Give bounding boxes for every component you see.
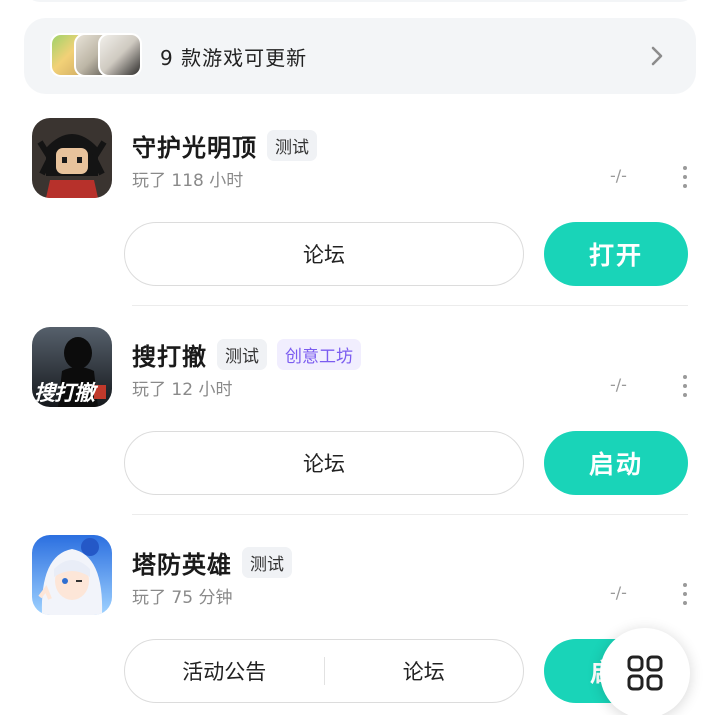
launch-button[interactable]: 启动 — [544, 431, 688, 495]
divider — [132, 305, 688, 306]
game-icon[interactable]: 搜打撤 — [32, 327, 112, 407]
secondary-actions-pill: 论坛 — [124, 431, 524, 495]
test-tag: 测试 — [217, 339, 267, 370]
test-tag: 测试 — [242, 547, 292, 578]
game-title: 搜打撤 — [132, 343, 207, 371]
game-icon-art — [32, 535, 112, 615]
grid-icon — [627, 655, 663, 691]
floating-grid-button[interactable] — [600, 628, 690, 715]
game-icon[interactable] — [32, 535, 112, 615]
rating-text: -/- — [610, 583, 627, 602]
rating-text: -/- — [610, 375, 627, 394]
secondary-actions-pill: 活动公告 论坛 — [124, 639, 524, 703]
game-title: 守护光明顶 — [132, 134, 257, 162]
updates-banner[interactable]: 9 款游戏可更新 — [24, 18, 696, 94]
game-icon[interactable] — [32, 118, 112, 198]
test-tag: 测试 — [267, 130, 317, 161]
game-title: 塔防英雄 — [132, 551, 232, 579]
update-icons-stack — [50, 33, 146, 79]
divider — [132, 514, 688, 515]
workshop-tag: 创意工坊 — [277, 339, 361, 370]
game-icon-art — [32, 118, 112, 198]
playtime-text: 玩了 12 小时 — [132, 380, 233, 400]
rating-text: -/- — [610, 166, 627, 185]
playtime-text: 玩了 118 小时 — [132, 171, 244, 191]
more-options-icon[interactable] — [680, 166, 690, 188]
playtime-text: 玩了 75 分钟 — [132, 588, 233, 608]
open-button[interactable]: 打开 — [544, 222, 688, 286]
game-icon-text: 搜打撤 — [34, 381, 95, 405]
forum-button[interactable]: 论坛 — [325, 656, 524, 686]
updates-count-text: 9 款游戏可更新 — [160, 45, 308, 70]
forum-button[interactable]: 论坛 — [125, 448, 523, 478]
secondary-actions-pill: 论坛 — [124, 222, 524, 286]
more-options-icon[interactable] — [680, 583, 690, 605]
chevron-right-icon — [651, 46, 663, 66]
announcement-button[interactable]: 活动公告 — [125, 656, 324, 686]
previous-card-edge — [24, 0, 696, 2]
more-options-icon[interactable] — [680, 375, 690, 397]
forum-button[interactable]: 论坛 — [125, 239, 523, 269]
game-thumb-icon — [98, 33, 142, 77]
